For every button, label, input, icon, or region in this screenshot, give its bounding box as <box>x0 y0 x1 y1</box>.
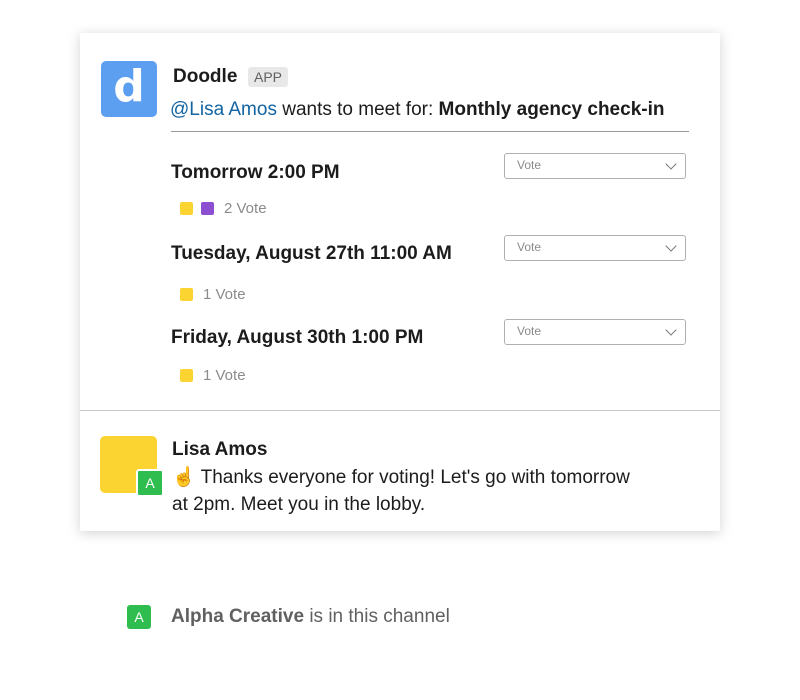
vote-select-placeholder: Vote <box>517 324 542 338</box>
chevron-down-icon <box>665 324 677 336</box>
vote-select[interactable]: Vote <box>504 153 686 179</box>
voter-avatar-yellow[interactable] <box>180 201 193 215</box>
option-time: Tomorrow 2:00 PM <box>171 162 340 183</box>
vote-select-placeholder: Vote <box>517 240 542 254</box>
message-text: ☝️ Thanks everyone for voting! Let's go … <box>172 464 672 518</box>
user-mention-link[interactable]: @Lisa Amos <box>170 99 277 120</box>
voter-avatar-purple[interactable] <box>201 201 214 215</box>
voter-avatar-yellow[interactable] <box>180 287 193 301</box>
channel-membership-notice: A Alpha Creative is in this channel <box>127 605 450 629</box>
vote-select-placeholder: Vote <box>517 158 542 172</box>
vote-summary: 2 Vote <box>180 199 267 217</box>
org-name[interactable]: Alpha Creative <box>171 606 304 627</box>
doodle-app-avatar[interactable]: d <box>101 61 157 117</box>
vote-select[interactable]: Vote <box>504 319 686 345</box>
app-name[interactable]: Doodle <box>173 66 237 88</box>
message-divider <box>80 410 720 411</box>
channel-notice-suffix: is in this channel <box>304 606 450 627</box>
vote-count: 1 Vote <box>203 285 246 303</box>
message-line-1: Thanks everyone for voting! Let's go wit… <box>200 467 630 488</box>
workspace-badge: A <box>136 469 164 497</box>
vote-count: 1 Vote <box>203 366 246 384</box>
org-badge: A <box>127 605 151 629</box>
app-badge: APP <box>248 67 289 87</box>
intro-text: wants to meet for: <box>276 99 439 120</box>
meeting-request-text: @Lisa Amos wants to meet for: Monthly ag… <box>170 99 664 121</box>
message-card: d Doodle APP @Lisa Amos wants to meet fo… <box>80 33 720 531</box>
channel-notice-text: Alpha Creative is in this channel <box>171 606 450 628</box>
option-time: Friday, August 30th 1:00 PM <box>171 327 424 348</box>
option-time: Tuesday, August 27th 11:00 AM <box>171 243 452 264</box>
vote-summary: 1 Vote <box>180 366 246 384</box>
pointing-up-emoji-icon: ☝️ <box>172 467 196 488</box>
user-name[interactable]: Lisa Amos <box>172 439 267 461</box>
vote-summary: 1 Vote <box>180 285 246 303</box>
header-divider <box>171 131 689 132</box>
chevron-down-icon <box>665 240 677 252</box>
vote-count: 2 Vote <box>224 199 267 217</box>
message-line-2: at 2pm. Meet you in the lobby. <box>172 494 426 515</box>
voter-avatar-yellow[interactable] <box>180 368 193 382</box>
meeting-title: Monthly agency check-in <box>438 99 665 120</box>
chevron-down-icon <box>665 158 677 170</box>
vote-select[interactable]: Vote <box>504 235 686 261</box>
